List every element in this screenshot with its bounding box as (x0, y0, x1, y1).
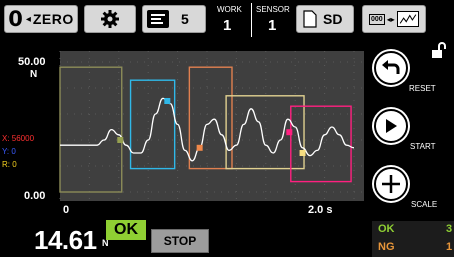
switch-arrow-icon: ◂▸ (386, 14, 395, 24)
ng-count-label: NG (378, 241, 395, 253)
waveform-chart[interactable]: 50.00 N 0.00 0 2.0 s X: 56000 Y: 0 R: 0 (0, 44, 366, 218)
scale-label: SCALE (411, 200, 438, 209)
sensor-value[interactable]: 1 (268, 17, 276, 34)
work-label: WORK (217, 5, 242, 14)
bank-number: 5 (181, 11, 189, 27)
gear-icon (101, 10, 119, 28)
measured-value: 14.61 (34, 225, 97, 255)
bank-list-icon (147, 10, 169, 28)
ok-count-label: OK (378, 223, 395, 235)
sd-button[interactable]: SD (296, 5, 354, 33)
play-icon (386, 119, 397, 133)
x-max-label: 2.0 s (308, 204, 333, 216)
y-unit-label: N (30, 69, 38, 80)
unlock-icon[interactable] (431, 42, 447, 58)
count-panel: OK 3 NG 1 (372, 221, 454, 257)
ok-count-value: 3 (446, 223, 453, 235)
reset-label: RESET (409, 84, 436, 93)
plus-icon (382, 175, 400, 193)
y-max-label: 50.00 (18, 56, 46, 68)
stop-button[interactable]: STOP (151, 229, 209, 253)
sensor-label: SENSOR (256, 5, 290, 14)
graph-view-button[interactable]: 000 ◂▸ (362, 5, 426, 33)
legend-x: X: 56000 (2, 134, 35, 143)
toolbar-divider (251, 3, 252, 37)
work-value[interactable]: 1 (223, 17, 231, 34)
waveform-plot[interactable] (0, 44, 366, 218)
reset-button[interactable] (374, 51, 408, 85)
ng-count-value: 1 (446, 241, 453, 253)
waveform-icon (396, 11, 419, 27)
legend-r: R: 0 (2, 160, 17, 169)
zero-button[interactable]: 0 ◂ ZERO (4, 5, 78, 33)
judgement-badge: OK (106, 220, 146, 240)
x-min-label: 0 (63, 204, 70, 216)
waveform-marker-3 (196, 144, 203, 151)
graph-number: 000 (369, 13, 385, 25)
plot-background (60, 51, 364, 201)
scale-button[interactable] (374, 167, 408, 201)
waveform-marker-1 (117, 137, 124, 143)
waveform-marker-2 (164, 98, 171, 104)
zero-arrow-icon: ◂ (25, 13, 31, 25)
sd-label: SD (323, 11, 343, 27)
bank-select-button[interactable]: 5 (142, 5, 206, 33)
undo-arrow-icon (382, 60, 400, 74)
zero-label: ZERO (32, 11, 74, 27)
waveform-marker-4 (286, 129, 293, 136)
legend-y: Y: 0 (2, 147, 16, 156)
zero-digit: 0 (8, 6, 23, 31)
settings-button[interactable] (84, 5, 136, 33)
sd-card-icon (303, 10, 317, 28)
y-min-label: 0.00 (24, 190, 46, 202)
waveform-marker-5 (299, 150, 306, 156)
start-button[interactable] (374, 109, 408, 143)
start-label: START (410, 142, 436, 151)
